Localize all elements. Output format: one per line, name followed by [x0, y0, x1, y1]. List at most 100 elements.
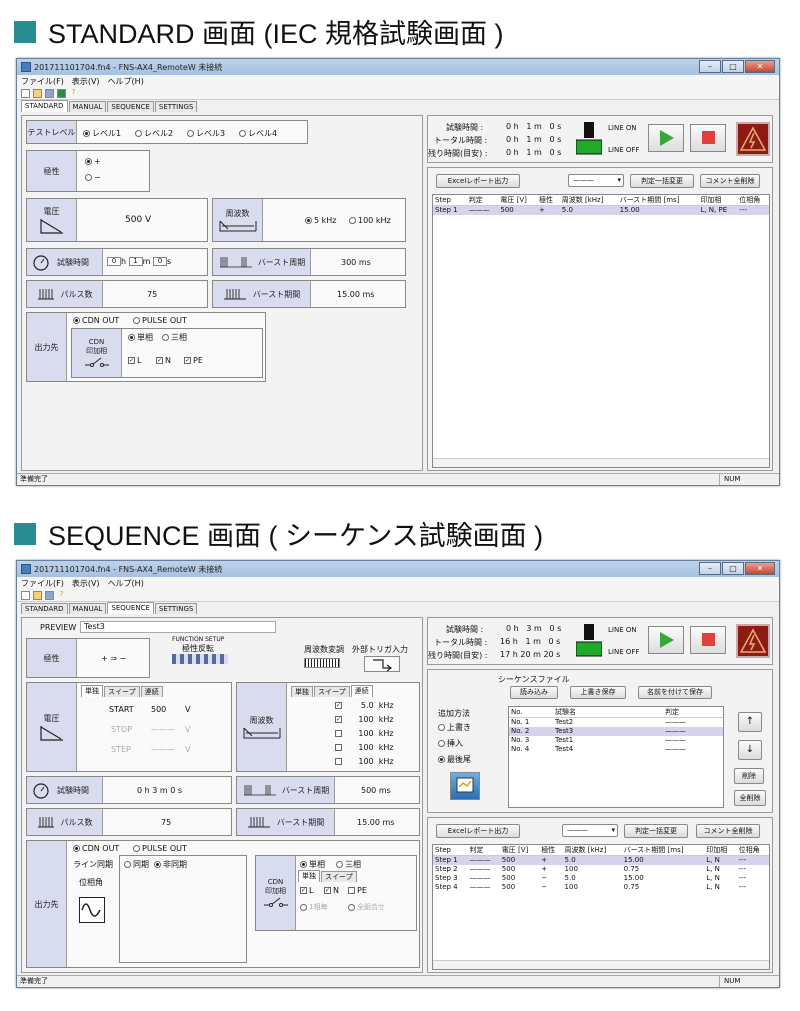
voltage-tab-sweep[interactable]: スイープ [104, 686, 140, 697]
pulse-out-radio[interactable]: PULSE OUT [133, 844, 187, 853]
freq-5khz-radio[interactable]: 5 kHz [305, 216, 336, 225]
new-file-icon[interactable] [21, 591, 30, 600]
delete-button[interactable]: 削除 [734, 768, 764, 784]
freq-100khz-radio[interactable]: 100 kHz [349, 216, 391, 225]
cdn-tab-sweep[interactable]: スイープ [321, 871, 357, 882]
line-l-checkbox[interactable]: ✓ L [128, 356, 141, 365]
tab-settings[interactable]: SETTINGS [154, 603, 198, 614]
add-overwrite-radio[interactable]: 上書き [438, 722, 471, 733]
polarity-plus-radio[interactable]: + [85, 157, 101, 166]
tab-settings[interactable]: SETTINGS [154, 101, 198, 112]
seconds-spinner[interactable]: 0 [152, 257, 167, 266]
freq-row[interactable]: 100 kHz [335, 757, 394, 766]
freq-row[interactable]: 100 kHz [335, 729, 394, 738]
freq-row[interactable]: 100 kHz [335, 743, 394, 752]
delete-all-button[interactable]: 全削除 [734, 790, 766, 806]
save-as-button[interactable]: 名前を付けて保存 [638, 686, 712, 699]
excel-report-button[interactable]: Excelレポート出力 [436, 824, 520, 838]
help-icon[interactable]: ? [57, 591, 66, 600]
three-phase-radio[interactable]: 三相 [336, 859, 361, 870]
stop-button[interactable] [690, 124, 726, 152]
tab-manual[interactable]: MANUAL [68, 603, 107, 614]
minutes-spinner[interactable]: 1 [128, 257, 143, 266]
voltage-tab-single[interactable]: 単独 [81, 685, 103, 697]
list-item[interactable]: No. 2 Test3 ——— [509, 726, 723, 736]
cdn-tab-single[interactable]: 単独 [298, 870, 320, 882]
cdn-out-radio[interactable]: CDN OUT [73, 844, 119, 853]
freq-row[interactable]: ✓ 100 kHz [335, 715, 394, 724]
sync-radio[interactable]: 同期 [124, 859, 149, 870]
overwrite-save-button[interactable]: 上書き保存 [570, 686, 626, 699]
horizontal-scrollbar[interactable] [433, 458, 769, 467]
save-icon[interactable] [45, 591, 54, 600]
line-switch-icon[interactable] [576, 624, 602, 658]
table-row[interactable]: Step 3 ——— 500−5.0 15.00 L, N --- [433, 874, 769, 883]
line-n-checkbox[interactable]: ✓ N [324, 886, 339, 895]
delete-all-comments-button[interactable]: コメント全削除 [696, 824, 760, 838]
menu-file[interactable]: ファイル(F) [21, 76, 64, 87]
menu-help[interactable]: ヘルプ(H) [108, 76, 144, 87]
hours-spinner[interactable]: 0 [107, 257, 121, 266]
single-phase-radio[interactable]: 単相 [128, 332, 153, 343]
move-down-button[interactable]: ↓ [738, 740, 762, 760]
async-radio[interactable]: 非同期 [154, 859, 187, 870]
menu-view[interactable]: 表示(V) [72, 578, 100, 589]
minimize-button[interactable]: – [699, 60, 721, 73]
level2-radio[interactable]: レベル2 [135, 128, 173, 139]
list-item[interactable]: No. 3 Test1 ——— [509, 736, 723, 745]
ext-trigger-icon[interactable] [364, 656, 400, 672]
play-button[interactable] [648, 124, 684, 152]
tab-standard[interactable]: STANDARD [21, 603, 68, 614]
freq-tab-single[interactable]: 単独 [291, 686, 313, 697]
line-n-checkbox[interactable]: ✓ N [156, 356, 171, 365]
line-pe-checkbox[interactable]: PE [348, 886, 367, 895]
pulse-out-radio[interactable]: PULSE OUT [133, 316, 187, 325]
delete-all-comments-button[interactable]: コメント全削除 [700, 174, 760, 188]
judge-dropdown[interactable]: ——— ▾ [568, 174, 624, 187]
level1-radio[interactable]: レベル1 [83, 128, 121, 139]
add-insert-radio[interactable]: 挿入 [438, 738, 463, 749]
table-row[interactable]: Step 1 ——— 500 + 5.0 15.00 L, N, PE --- [433, 205, 769, 215]
freq-row[interactable]: ✓ 5.0 kHz [335, 701, 394, 710]
table-row[interactable]: Step 4 ——— 500−100 0.75 L, N --- [433, 883, 769, 892]
preview-name-field[interactable]: Test3 [80, 621, 276, 633]
excel-report-button[interactable]: Excelレポート出力 [436, 174, 520, 188]
list-item[interactable]: No. 4 Test4 ——— [509, 745, 723, 754]
standard-results-grid[interactable]: Step 判定 電圧 [V] 極性 周波数 [kHz] バースト期間 [ms] … [432, 194, 770, 468]
load-button[interactable]: 読み込み [510, 686, 558, 699]
three-phase-radio[interactable]: 三相 [162, 332, 187, 343]
tab-sequence[interactable]: SEQUENCE [107, 101, 154, 112]
menu-file[interactable]: ファイル(F) [21, 578, 64, 589]
list-item[interactable]: No. 1 Test2 ——— [509, 718, 723, 727]
judge-bulk-change-button[interactable]: 判定一括変更 [624, 824, 688, 838]
table-row[interactable]: Step 2 ——— 500 +100 0.75 L, N --- [433, 865, 769, 874]
all-combinations-radio[interactable]: 全組合せ [348, 902, 385, 912]
menu-help[interactable]: ヘルプ(H) [108, 578, 144, 589]
close-button[interactable]: ✕ [745, 60, 775, 73]
help-icon[interactable]: ? [69, 89, 78, 98]
freq-tab-continuous[interactable]: 連続 [350, 685, 373, 697]
open-folder-icon[interactable] [33, 591, 42, 600]
line-l-checkbox[interactable]: ✓ L [300, 886, 313, 895]
tab-manual[interactable]: MANUAL [68, 101, 107, 112]
voltage-tab-continuous[interactable]: 連続 [140, 686, 163, 697]
play-button[interactable] [648, 626, 684, 654]
horizontal-scrollbar[interactable] [433, 960, 769, 969]
sequence-list-grid[interactable]: No. 試験名 判定 No. 1 Test2 ——— No. 2 Test3 ——— N… [508, 706, 724, 808]
add-to-sequence-icon[interactable] [450, 772, 480, 800]
stop-button[interactable] [690, 626, 726, 654]
move-up-button[interactable]: ↑ [738, 712, 762, 732]
add-last-radio[interactable]: 最後尾 [438, 754, 471, 765]
per-phase-radio[interactable]: 1相毎 [300, 902, 327, 912]
level3-radio[interactable]: レベル3 [187, 128, 225, 139]
maximize-button[interactable]: □ [722, 562, 744, 575]
line-switch-icon[interactable] [576, 122, 602, 156]
save-icon[interactable] [45, 89, 54, 98]
tab-sequence[interactable]: SEQUENCE [107, 602, 154, 614]
table-row[interactable]: Step 1 ——— 500 +5.0 15.00 L, N --- [433, 855, 769, 865]
maximize-button[interactable]: □ [722, 60, 744, 73]
close-button[interactable]: ✕ [745, 562, 775, 575]
minimize-button[interactable]: – [699, 562, 721, 575]
judge-bulk-change-button[interactable]: 判定一括変更 [630, 174, 694, 188]
new-file-icon[interactable] [21, 89, 30, 98]
